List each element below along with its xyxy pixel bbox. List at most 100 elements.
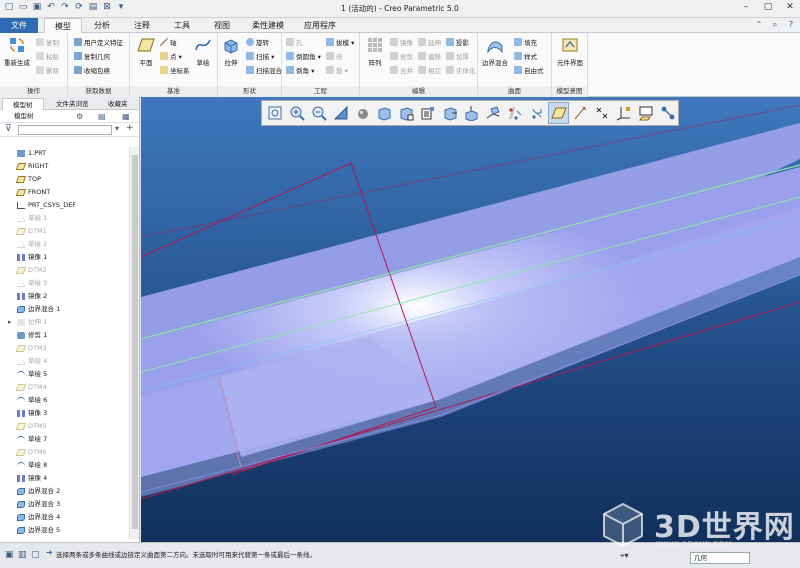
- group-operations-label[interactable]: 操作: [0, 86, 67, 97]
- tree-item[interactable]: RIGHT: [0, 160, 128, 173]
- tree-item[interactable]: 边界混合 1: [0, 303, 128, 316]
- tree-item[interactable]: 草绘 4: [0, 355, 128, 368]
- tree-item[interactable]: 草绘 2: [0, 238, 128, 251]
- tab-analysis[interactable]: 分析: [82, 18, 122, 33]
- section-view-button[interactable]: [439, 102, 460, 124]
- tree-item[interactable]: FRONT: [0, 186, 128, 199]
- graphics-viewport[interactable]: [141, 97, 800, 542]
- tab-view[interactable]: 视图: [202, 18, 242, 33]
- minimize-icon[interactable]: –: [740, 2, 752, 12]
- tab-model[interactable]: 模型: [44, 18, 82, 34]
- repaint-button[interactable]: [330, 102, 351, 124]
- tree-item[interactable]: 镜像 3: [0, 407, 128, 420]
- appearance-button[interactable]: [461, 102, 482, 124]
- fill-button[interactable]: 填充: [514, 38, 537, 48]
- maximize-icon[interactable]: ▢: [762, 2, 774, 12]
- tree-item[interactable]: 镜像 2: [0, 290, 128, 303]
- view-manager-button[interactable]: [396, 102, 417, 124]
- model-geometry[interactable]: [141, 97, 800, 542]
- refit-button[interactable]: [265, 102, 286, 124]
- extrude-button[interactable]: 拉伸: [216, 36, 246, 67]
- tree-search-input[interactable]: [18, 125, 112, 135]
- group-surfaces-label[interactable]: 曲面: [478, 86, 551, 97]
- shrinkwrap-button[interactable]: 收缩包络: [74, 66, 110, 76]
- style-button[interactable]: 样式: [514, 52, 537, 62]
- group-model-intent-label[interactable]: 模型意图: [552, 86, 587, 97]
- tree-item[interactable]: 草绘 1: [0, 212, 128, 225]
- annotation-display-button[interactable]: [483, 102, 504, 124]
- tree-item[interactable]: 草绘 5: [0, 368, 128, 381]
- tree-options-icon[interactable]: ▦: [122, 110, 130, 123]
- selection-filter-select[interactable]: 几何: [690, 552, 750, 564]
- tree-columns-icon[interactable]: ▤: [98, 110, 106, 123]
- tab-annotate[interactable]: 注释: [122, 18, 162, 33]
- boundary-blend-button[interactable]: 边界混合: [480, 36, 510, 67]
- tab-tools[interactable]: 工具: [162, 18, 202, 33]
- tab-folder-browser[interactable]: 文件夹浏览: [46, 98, 96, 110]
- expand-arrow-icon[interactable]: ▸: [8, 316, 12, 329]
- tab-flexible-modeling[interactable]: 柔性建模: [242, 18, 294, 33]
- zoom-out-button[interactable]: [309, 102, 330, 124]
- rib-button[interactable]: 筋 ▾: [326, 66, 348, 76]
- zoom-in-button[interactable]: [287, 102, 308, 124]
- status-bar-tree-toggle-icon[interactable]: ▣: [5, 550, 14, 560]
- group-shapes-label[interactable]: 形状: [218, 86, 281, 97]
- tree-item[interactable]: DTM5: [0, 420, 128, 433]
- tree-scrollbar[interactable]: [129, 147, 139, 539]
- extend-button[interactable]: 延伸: [418, 38, 441, 48]
- point-button[interactable]: 点 ▾: [160, 52, 182, 62]
- csys-display-button[interactable]: [614, 102, 635, 124]
- tree-search-icon[interactable]: ▾: [115, 124, 119, 133]
- tab-applications[interactable]: 应用程序: [294, 18, 346, 33]
- tree-item[interactable]: ▸ 拉伸 1: [0, 316, 128, 329]
- tree-settings-icon[interactable]: ⚙: [76, 110, 83, 123]
- tree-item[interactable]: DTM2: [0, 264, 128, 277]
- plane-button[interactable]: 平面: [131, 36, 161, 67]
- tree-item[interactable]: 边界混合 3: [0, 498, 128, 511]
- intersect-button[interactable]: 相交: [418, 66, 441, 76]
- tree-item[interactable]: DTM6: [0, 446, 128, 459]
- udf-button[interactable]: 用户定义特征: [74, 38, 123, 48]
- merge-button[interactable]: 合并: [390, 66, 413, 76]
- swept-blend-button[interactable]: 扫描混合: [246, 66, 282, 76]
- component-interface-button[interactable]: 元件界面: [555, 36, 585, 67]
- axis-display-button[interactable]: [570, 102, 591, 124]
- status-bar-browser-toggle-icon[interactable]: ▥: [18, 550, 27, 560]
- draft-button[interactable]: 拔模 ▾: [326, 38, 354, 48]
- tree-item[interactable]: 草绘 7: [0, 433, 128, 446]
- tree-item[interactable]: 边界混合 5: [0, 524, 128, 537]
- csys-button[interactable]: 坐标系: [160, 66, 190, 76]
- spin-display-button[interactable]: [657, 102, 678, 124]
- axis-button[interactable]: 轴: [160, 38, 177, 48]
- tree-item[interactable]: 镜像 4: [0, 472, 128, 485]
- tree-item[interactable]: DTM3: [0, 342, 128, 355]
- revolve-button[interactable]: 旋转: [246, 38, 269, 48]
- display-style-button[interactable]: [352, 102, 373, 124]
- close-icon[interactable]: ✕: [784, 2, 796, 12]
- tree-item[interactable]: 草绘 3: [0, 277, 128, 290]
- round-button[interactable]: 倒圆角 ▾: [286, 52, 321, 62]
- tree-item[interactable]: 草绘 8: [0, 459, 128, 472]
- group-engineering-label[interactable]: 工程: [282, 86, 359, 97]
- copy-geometry-button[interactable]: 复制几何: [74, 52, 110, 62]
- chamfer-button[interactable]: 倒角 ▾: [286, 66, 314, 76]
- command-search-icon[interactable]: ⌕: [770, 20, 780, 30]
- solidify-button[interactable]: 实体化: [446, 66, 476, 76]
- trim-button[interactable]: 修剪: [390, 52, 413, 62]
- tab-model-tree[interactable]: 模型树: [2, 98, 44, 110]
- tree-item[interactable]: PRT_CSYS_DEF: [0, 199, 128, 212]
- shell-button[interactable]: 壳: [326, 52, 343, 62]
- regenerate-button[interactable]: 重新生成: [2, 36, 32, 67]
- freestyle-button[interactable]: 自由式: [514, 66, 544, 76]
- group-editing-label[interactable]: 编辑: [360, 86, 477, 97]
- delete-button[interactable]: 删除: [36, 66, 59, 76]
- status-bar-full-screen-icon[interactable]: ▢: [31, 550, 40, 560]
- tree-item[interactable]: 1.PRT: [0, 147, 128, 160]
- group-datum-label[interactable]: 基准: [130, 86, 217, 97]
- mirror-button[interactable]: 镜像: [390, 38, 413, 48]
- plane-display-button[interactable]: [548, 102, 570, 124]
- help-icon[interactable]: ?: [786, 20, 796, 30]
- tree-scrollbar-thumb[interactable]: [132, 155, 138, 529]
- point-display-button[interactable]: [592, 102, 613, 124]
- tree-item[interactable]: DTM1: [0, 225, 128, 238]
